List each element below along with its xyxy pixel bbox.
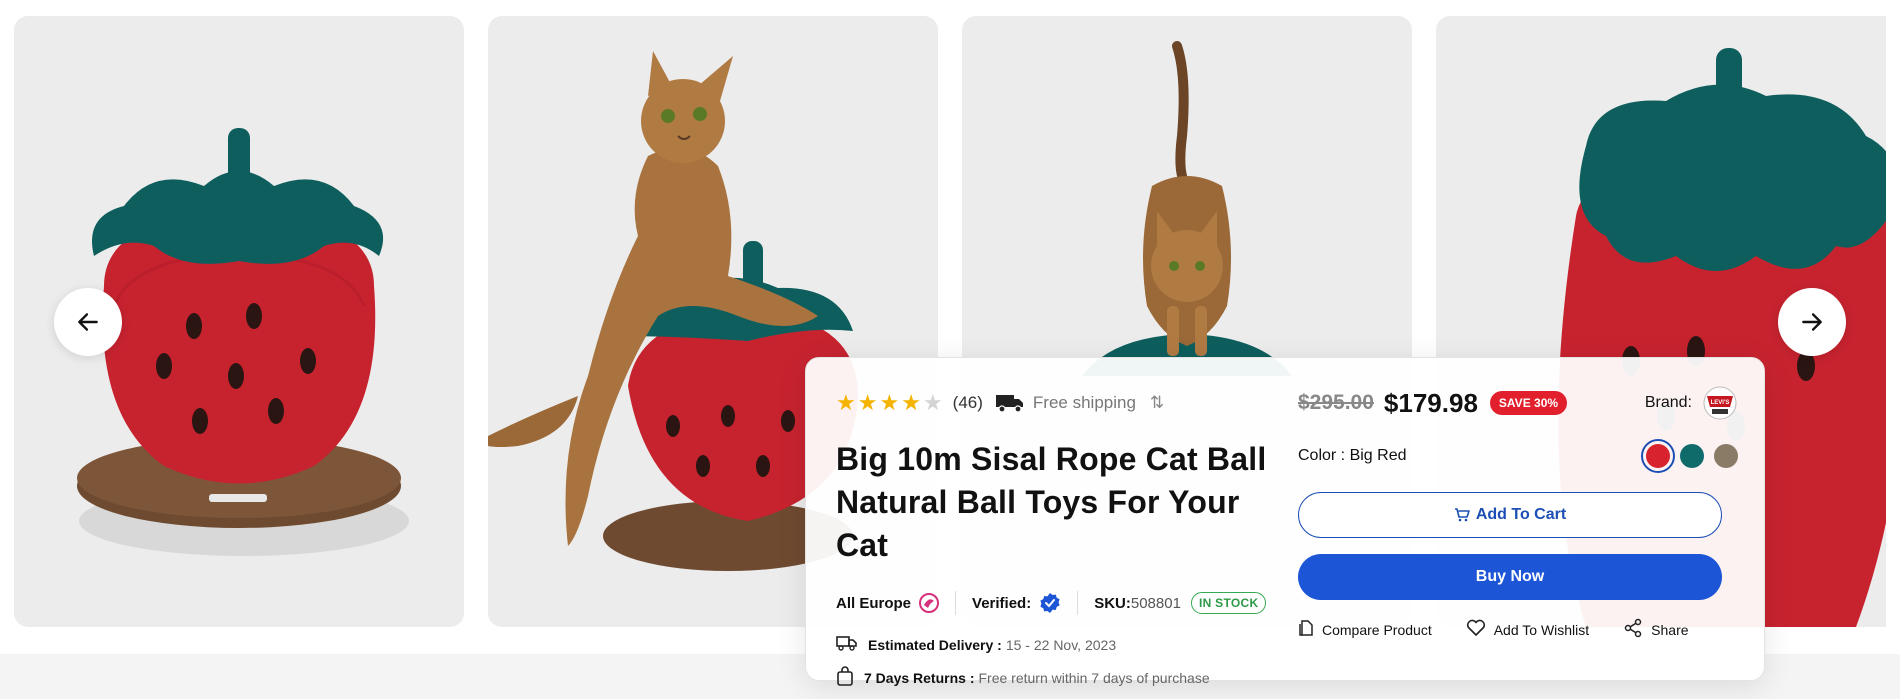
share-button[interactable]: Share bbox=[1623, 618, 1689, 641]
star-icon: ★ bbox=[857, 390, 878, 415]
product-info-card: ★ ★ ★ ★ ★ (46) Free shipping ⇅ Big 10m Sisal… bbox=[805, 357, 1765, 686]
truck-icon bbox=[995, 393, 1025, 413]
save-badge: SAVE 30% bbox=[1489, 391, 1568, 415]
review-count[interactable]: (46) bbox=[953, 393, 983, 413]
compare-label: Compare Product bbox=[1322, 621, 1432, 638]
original-price: $295.00 bbox=[1298, 391, 1374, 414]
brand-logo-text: LEVI'S bbox=[1711, 400, 1730, 406]
divider bbox=[955, 591, 957, 615]
color-selector: Color : Big Red bbox=[1298, 439, 1738, 473]
cart-icon bbox=[1454, 507, 1470, 523]
color-swatch[interactable] bbox=[1714, 444, 1738, 468]
star-icon: ★ bbox=[836, 390, 856, 415]
region-label: All Europe bbox=[836, 594, 912, 612]
color-swatch[interactable] bbox=[1680, 444, 1704, 468]
add-to-cart-label: Add To Cart bbox=[1475, 506, 1567, 523]
compare-icon bbox=[1298, 619, 1314, 640]
gallery-prev-button[interactable] bbox=[54, 288, 122, 356]
rating-shipping-row: ★ ★ ★ ★ ★ (46) Free shipping ⇅ bbox=[836, 388, 1276, 418]
color-label: Color : Big Red bbox=[1298, 447, 1407, 464]
product-title: Big 10m Sisal Rope Cat Ball Natural Ball… bbox=[836, 438, 1276, 567]
shipping-label: Free shipping bbox=[1032, 393, 1136, 412]
product-actions: Compare Product Add To Wishlist Share bbox=[1298, 618, 1738, 641]
product-details: ★ ★ ★ ★ ★ (46) Free shipping ⇅ Big 10m Sisal… bbox=[836, 388, 1276, 689]
rating-stars[interactable]: ★ ★ ★ ★ ★ bbox=[836, 392, 943, 414]
share-icon bbox=[1623, 618, 1643, 641]
sale-price: $179.98 bbox=[1383, 387, 1478, 418]
sku-label: SKU: bbox=[1094, 594, 1131, 612]
swap-icon[interactable]: ⇅ bbox=[1150, 393, 1164, 413]
add-to-cart-button[interactable]: Add To Cart bbox=[1298, 492, 1722, 538]
stock-badge: IN STOCK bbox=[1190, 592, 1267, 614]
delivery-label: Estimated Delivery : bbox=[868, 636, 1002, 653]
divider bbox=[1077, 591, 1079, 615]
verified-badge-icon bbox=[1039, 592, 1061, 614]
delivery-truck-icon bbox=[836, 635, 858, 654]
heart-icon bbox=[1466, 619, 1486, 640]
color-swatch[interactable] bbox=[1641, 439, 1675, 473]
title-line-1: Big 10m Sisal Rope Cat Ball bbox=[836, 441, 1267, 477]
price-row: $295.00 $179.98 SAVE 30% Brand: LEVI'S bbox=[1298, 385, 1738, 421]
returns-row: 7 Days Returns : Free return within 7 da… bbox=[836, 666, 1276, 689]
title-line-2: Natural Ball Toys For Your Cat bbox=[836, 484, 1240, 563]
star-icon: ★ bbox=[879, 390, 900, 415]
wishlist-label: Add To Wishlist bbox=[1493, 621, 1590, 638]
share-label: Share bbox=[1651, 621, 1689, 638]
purchase-panel: $295.00 $179.98 SAVE 30% Brand: LEVI'S C… bbox=[1298, 385, 1738, 641]
compare-product-button[interactable]: Compare Product bbox=[1298, 619, 1432, 640]
star-icon: ★ bbox=[901, 390, 921, 415]
brand-label: Brand: bbox=[1644, 394, 1692, 411]
star-icon: ★ bbox=[922, 390, 943, 415]
sku-value: 508801 bbox=[1130, 594, 1181, 612]
verified-label: Verified: bbox=[972, 594, 1032, 612]
arrow-left-icon bbox=[78, 313, 98, 331]
bag-icon bbox=[836, 666, 854, 689]
color-swatches bbox=[1641, 439, 1738, 473]
delivery-value: 15 - 22 Nov, 2023 bbox=[1005, 636, 1117, 653]
add-to-wishlist-button[interactable]: Add To Wishlist bbox=[1466, 619, 1589, 640]
arrow-right-icon bbox=[1802, 313, 1822, 331]
returns-label: 7 Days Returns : bbox=[864, 669, 975, 686]
returns-value: Free return within 7 days of purchase bbox=[978, 669, 1210, 686]
delivery-row: Estimated Delivery : 15 - 22 Nov, 2023 bbox=[836, 635, 1276, 654]
gallery-next-button[interactable] bbox=[1778, 288, 1846, 356]
product-meta-row: All Europe Verified: SKU: 508801 IN STOC… bbox=[836, 591, 1276, 615]
buy-now-button[interactable]: Buy Now bbox=[1298, 554, 1722, 600]
brand-logo[interactable]: LEVI'S bbox=[1702, 385, 1738, 421]
region-flag-icon bbox=[919, 593, 940, 613]
buy-now-label: Buy Now bbox=[1475, 568, 1545, 585]
